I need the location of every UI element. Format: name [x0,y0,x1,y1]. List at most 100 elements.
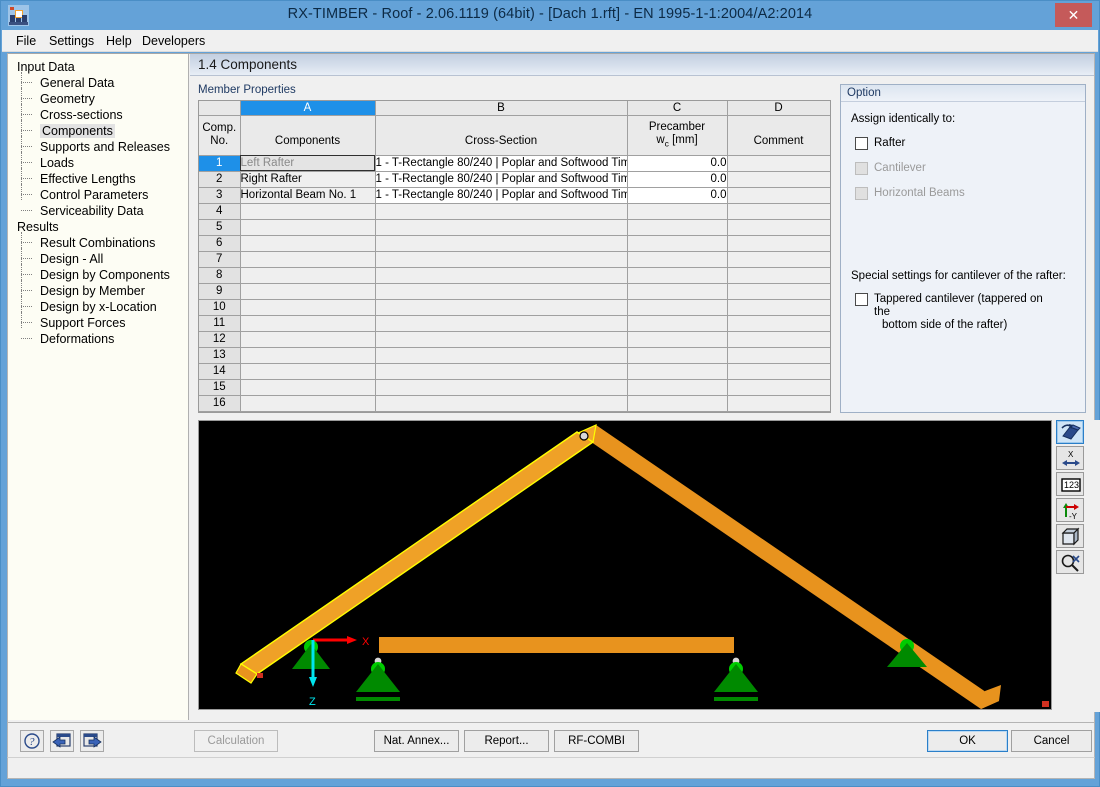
cell-cross-section[interactable] [375,331,627,347]
cell-cross-section[interactable] [375,395,627,411]
cell-cross-section[interactable]: 1 - T-Rectangle 80/240 | Poplar and Soft… [375,171,627,187]
sidebar-item-result-combinations[interactable]: Result Combinations [8,235,188,251]
cell-precamber[interactable]: 0.0 [627,171,727,187]
row-number[interactable]: 4 [199,203,240,219]
cell-comment[interactable] [727,395,830,411]
cell-cross-section[interactable]: 1 - T-Rectangle 80/240 | Poplar and Soft… [375,187,627,203]
cell-precamber[interactable] [627,347,727,363]
menu-help[interactable]: Help [101,33,137,49]
cell-comment[interactable] [727,363,830,379]
model-viewport[interactable]: X Z [198,420,1052,710]
sidebar-item-control-parameters[interactable]: Control Parameters [8,187,188,203]
cell-cross-section[interactable]: 1 - T-Rectangle 80/240 | Poplar and Soft… [375,155,627,171]
cell-cross-section[interactable] [375,235,627,251]
row-number[interactable]: 6 [199,235,240,251]
sidebar-item-geometry[interactable]: Geometry [8,91,188,107]
cell-components[interactable]: Left Rafter [240,155,375,171]
cell-comment[interactable] [727,315,830,331]
ok-button[interactable]: OK [927,730,1008,752]
cell-components[interactable] [240,379,375,395]
cell-comment[interactable] [727,331,830,347]
column-letter-b[interactable]: B [375,101,627,115]
row-number[interactable]: 3 [199,187,240,203]
cell-components[interactable] [240,251,375,267]
cell-components[interactable]: Horizontal Beam No. 1 [240,187,375,203]
table-row[interactable]: 1Left Rafter1 - T-Rectangle 80/240 | Pop… [199,155,830,171]
calculation-button[interactable]: Calculation [194,730,278,752]
row-number[interactable]: 7 [199,251,240,267]
rf-combi-button[interactable]: RF-COMBI [554,730,639,752]
cell-cross-section[interactable] [375,267,627,283]
row-number[interactable]: 1 [199,155,240,171]
table-row[interactable]: 14 [199,363,830,379]
cell-components[interactable] [240,395,375,411]
checkbox-tappered-cantilever[interactable]: Tappered cantilever (tappered on thebott… [855,293,1052,332]
row-number[interactable]: 10 [199,299,240,315]
cell-cross-section[interactable] [375,203,627,219]
table-row[interactable]: 10 [199,299,830,315]
cell-cross-section[interactable] [375,315,627,331]
cell-precamber[interactable] [627,379,727,395]
sidebar-item-deformations[interactable]: Deformations [8,331,188,347]
menu-settings[interactable]: Settings [44,33,99,49]
table-row[interactable]: 2Right Rafter1 - T-Rectangle 80/240 | Po… [199,171,830,187]
checkbox-box-icon[interactable] [855,137,868,150]
sidebar-item-design-all[interactable]: Design - All [8,251,188,267]
cell-components[interactable] [240,219,375,235]
table-row[interactable]: 3Horizontal Beam No. 11 - T-Rectangle 80… [199,187,830,203]
cell-precamber[interactable] [627,283,727,299]
sidebar-item-design-by-member[interactable]: Design by Member [8,283,188,299]
sidebar-item-design-by-x-location[interactable]: Design by x-Location [8,299,188,315]
table-row[interactable]: 7 [199,251,830,267]
cell-components[interactable] [240,267,375,283]
cell-precamber[interactable] [627,251,727,267]
sidebar-item-components[interactable]: Components [8,123,188,139]
cell-precamber[interactable] [627,395,727,411]
table-row[interactable]: 8 [199,267,830,283]
cancel-button[interactable]: Cancel [1011,730,1092,752]
column-letter-a[interactable]: A [240,101,375,115]
sidebar-item-support-forces[interactable]: Support Forces [8,315,188,331]
column-letter-c[interactable]: C [627,101,727,115]
cell-comment[interactable] [727,283,830,299]
sidebar-item-cross-sections[interactable]: Cross-sections [8,107,188,123]
table-row[interactable]: 5 [199,219,830,235]
sidebar-item-serviceability-data[interactable]: Serviceability Data [8,203,188,219]
cell-components[interactable]: Right Rafter [240,171,375,187]
cell-cross-section[interactable] [375,219,627,235]
table-row[interactable]: 12 [199,331,830,347]
cell-cross-section[interactable] [375,379,627,395]
nat-annex-button[interactable]: Nat. Annex... [374,730,459,752]
member-properties-table[interactable]: A B C D Comp. No. Comp [198,100,831,413]
cell-precamber[interactable] [627,267,727,283]
table-row[interactable]: 16 [199,395,830,411]
cell-comment[interactable] [727,187,830,203]
cell-precamber[interactable] [627,331,727,347]
cell-precamber[interactable] [627,299,727,315]
cell-cross-section[interactable] [375,363,627,379]
cell-components[interactable] [240,315,375,331]
cell-cross-section[interactable] [375,251,627,267]
sidebar-item-effective-lengths[interactable]: Effective Lengths [8,171,188,187]
cell-comment[interactable] [727,267,830,283]
numbering-123-icon[interactable]: 123 [1056,472,1084,496]
report-button[interactable]: Report... [464,730,549,752]
table-row[interactable]: 4 [199,203,830,219]
rotate-render-icon[interactable] [1056,420,1084,444]
cell-components[interactable] [240,235,375,251]
sidebar-item-supports-and-releases[interactable]: Supports and Releases [8,139,188,155]
box-3d-icon[interactable] [1056,524,1084,548]
cell-components[interactable] [240,299,375,315]
cell-comment[interactable] [727,379,830,395]
menu-developers[interactable]: Developers [137,33,210,49]
cell-precamber[interactable] [627,219,727,235]
cell-precamber[interactable] [627,315,727,331]
cell-cross-section[interactable] [375,347,627,363]
zoom-select-icon[interactable] [1056,550,1084,574]
cell-precamber[interactable]: 0.0 [627,155,727,171]
cell-comment[interactable] [727,171,830,187]
row-number[interactable]: 9 [199,283,240,299]
cell-precamber[interactable]: 0.0 [627,187,727,203]
table-row[interactable]: 15 [199,379,830,395]
cell-components[interactable] [240,331,375,347]
